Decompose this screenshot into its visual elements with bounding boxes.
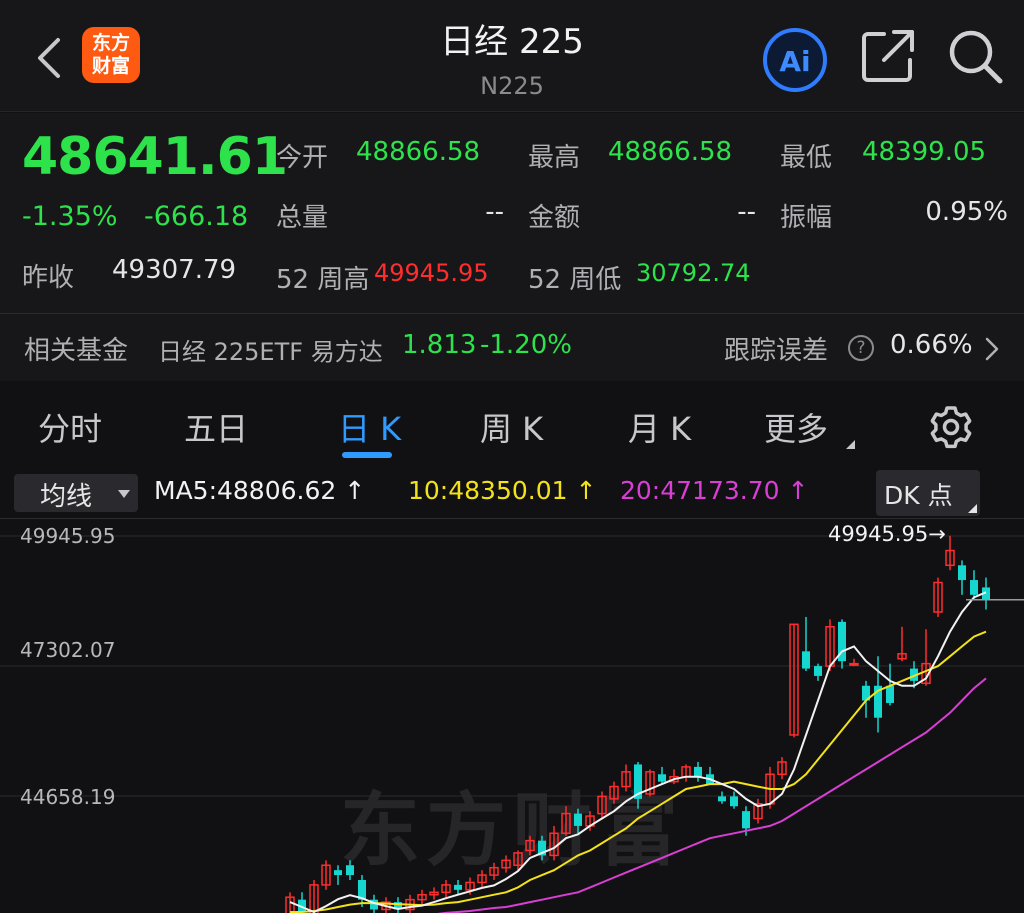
candle-body (694, 766, 702, 777)
related-fund-row[interactable]: 相关基金 日经 225ETF 易方达 1.813 -1.20% 跟踪误差 ? 0… (0, 318, 1024, 378)
ma10-value: 10:48350.01 ↑ (408, 476, 597, 505)
open-value: 48866.58 (356, 137, 481, 167)
active-tab-indicator (342, 452, 392, 458)
candle-body (730, 796, 738, 807)
low-value: 48399.05 (862, 137, 987, 167)
candle-body (658, 774, 666, 782)
volume-label: 总量 (276, 203, 329, 233)
volume-value: -- (485, 197, 504, 227)
related-fund-percent: -1.20% (480, 330, 572, 360)
high-annotation: 49945.95→ (828, 522, 946, 546)
candle-body (454, 884, 462, 890)
last-price: 48641.61 (22, 127, 288, 187)
related-fund-price: 1.813 (402, 330, 477, 360)
tab-monthly-k[interactable]: 月 K (628, 404, 691, 450)
candle-body (346, 865, 354, 876)
candle-body (718, 796, 726, 802)
dk-point-button[interactable]: DK 点 (876, 470, 980, 516)
period-tabs: 分时 五日 日 K 周 K 月 K 更多 (0, 392, 1024, 466)
w52-high-label: 52 周高 (276, 265, 370, 295)
ma5-value: MA5:48806.62 ↑ (154, 476, 366, 505)
tab-intraday[interactable]: 分时 (38, 404, 102, 450)
high-label: 最高 (528, 143, 581, 173)
ai-icon[interactable]: Ai (760, 26, 830, 94)
ma-legend-bar: 均线 MA5:48806.62 ↑ 10:48350.01 ↑ 20:47173… (0, 466, 1024, 518)
chevron-right-icon[interactable] (982, 336, 1002, 362)
candle-body (958, 565, 966, 581)
help-icon[interactable]: ? (848, 335, 874, 361)
tracking-error-value: 0.66% (890, 330, 973, 360)
gear-icon[interactable] (928, 404, 974, 450)
w52-low-label: 52 周低 (528, 265, 622, 295)
candle-body (814, 666, 822, 676)
y-tick-label: 49945.95 (20, 524, 116, 548)
prev-close-label: 昨收 (22, 263, 75, 293)
dk-point-label: DK 点 (884, 481, 953, 510)
ma5-line (289, 591, 987, 913)
app-header: 东方 财富 日经 225 N225 Ai (0, 0, 1024, 112)
candle-body (886, 685, 894, 703)
tab-five-day[interactable]: 五日 (184, 404, 248, 450)
tab-more[interactable]: 更多 (764, 404, 828, 450)
tab-daily-k[interactable]: 日 K (338, 404, 401, 450)
quote-panel: 48641.61 -1.35% -666.18 昨收 49307.79 今开 4… (0, 113, 1024, 381)
indicator-select-label: 均线 (40, 482, 93, 512)
w52-low-value: 30792.74 (636, 259, 751, 287)
candle-body (574, 813, 582, 826)
y-tick-label: 47302.07 (20, 638, 116, 662)
ma20-value: 20:47173.70 ↑ (620, 476, 809, 505)
indicator-select[interactable]: 均线 (14, 474, 138, 512)
caret-down-icon (118, 490, 130, 498)
w52-high-value: 49945.95 (374, 259, 489, 287)
prev-close-value: 49307.79 (112, 255, 237, 285)
amplitude-value: 0.95% (925, 197, 1008, 227)
tab-weekly-k[interactable]: 周 K (480, 404, 543, 450)
y-tick-label: 44658.19 (20, 785, 116, 809)
open-label: 今开 (276, 143, 329, 173)
related-fund-name[interactable]: 日经 225ETF 易方达 (158, 332, 383, 367)
candle-body (334, 870, 342, 876)
dk-corner-icon (968, 504, 977, 513)
amount-value: -- (737, 197, 756, 227)
high-value: 48866.58 (608, 137, 733, 167)
change-absolute: -666.18 (144, 201, 249, 232)
share-icon[interactable] (858, 26, 918, 86)
candle-body (742, 811, 750, 829)
change-percent: -1.35% (22, 201, 118, 232)
amplitude-label: 振幅 (780, 203, 833, 233)
candle-body (802, 651, 810, 669)
amount-label: 金额 (528, 203, 581, 233)
candle-body (849, 662, 859, 666)
quote-divider (0, 313, 1024, 314)
ai-label: Ai (779, 45, 810, 78)
low-label: 最低 (780, 143, 833, 173)
related-fund-label: 相关基金 (24, 336, 129, 366)
candle-body (970, 580, 978, 595)
chart-canvas (0, 518, 1024, 913)
candlestick-chart[interactable]: 东方财富 49945.95 47302.07 44658.19 49945.95… (0, 518, 1024, 913)
tracking-error-label: 跟踪误差 (724, 336, 829, 366)
more-caret-icon (846, 440, 855, 449)
search-icon[interactable] (944, 26, 1006, 86)
